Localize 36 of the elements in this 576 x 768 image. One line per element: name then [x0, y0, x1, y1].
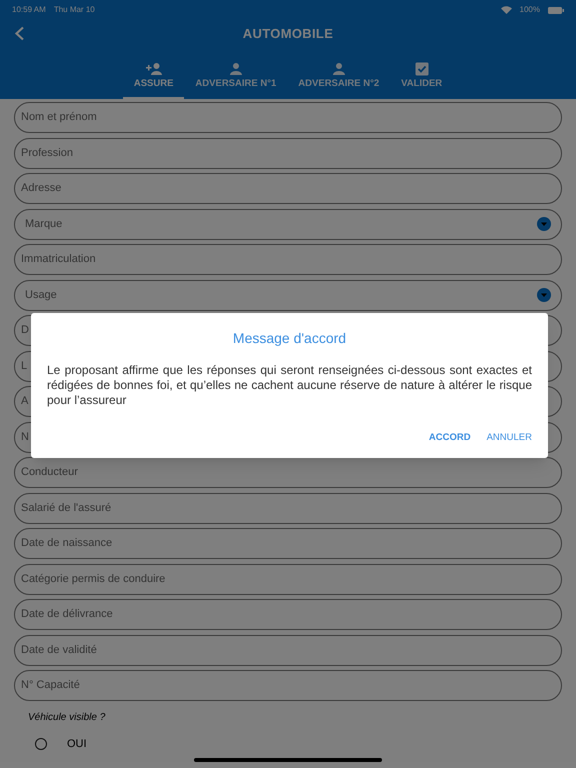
person-icon — [228, 62, 243, 76]
input-field[interactable]: Date de délivrance — [14, 599, 562, 630]
tab[interactable]: ASSURE — [122, 62, 184, 99]
person-add-icon — [144, 62, 163, 76]
status-time: 10:59 AM — [12, 4, 46, 16]
dialog-button[interactable]: ACCORD — [428, 430, 471, 445]
dialog-message: Le proposant affirme que les réponses qui seront renseignées ci-dessous sont exactes et rédigées de bonnes foi, et qu’elles ne cachent aucune réserve de nature à altérer le risque pour l’assureur — [47, 363, 532, 408]
input-field[interactable]: Salarié de l'assuré — [14, 492, 562, 524]
dialog-title: Message d'accord — [232, 330, 346, 346]
radio-label: OUI — [67, 737, 87, 752]
input-field[interactable]: Adresse — [14, 173, 562, 204]
input-field[interactable]: Immatriculation — [14, 244, 562, 275]
person-icon — [332, 62, 346, 76]
status-date: Thu Mar 10 — [54, 4, 95, 16]
wifi-icon — [500, 6, 512, 14]
dropdown-field[interactable]: Usage — [14, 280, 562, 310]
battery-percent: 100% — [520, 4, 540, 16]
input-field[interactable]: Profession — [14, 138, 562, 168]
dropdown-chevron-icon — [537, 288, 551, 302]
back-icon[interactable] — [14, 26, 25, 41]
radio-button[interactable] — [35, 738, 47, 750]
screen-title: AUTOMOBILE — [242, 25, 334, 44]
tab[interactable]: ADVERSAIRE N°2 — [287, 62, 390, 99]
input-field[interactable]: Date de validité — [14, 634, 562, 666]
input-field[interactable]: Catégorie permis de conduire — [14, 564, 562, 594]
dialog-button[interactable]: ANNULER — [486, 430, 532, 445]
checkbox-icon — [414, 62, 429, 76]
question-label: Véhicule visible ? — [28, 711, 106, 725]
input-field[interactable]: Date de naissance — [14, 528, 562, 559]
dropdown-chevron-icon — [537, 217, 551, 231]
tab[interactable]: VALIDER — [390, 62, 454, 99]
battery-icon — [548, 6, 564, 14]
input-field[interactable]: Nom et prénom — [14, 102, 562, 133]
dropdown-field[interactable]: Marque — [14, 208, 562, 240]
input-field[interactable]: N° Capacité — [14, 670, 562, 701]
tab[interactable]: ADVERSAIRE N°1 — [184, 62, 288, 99]
